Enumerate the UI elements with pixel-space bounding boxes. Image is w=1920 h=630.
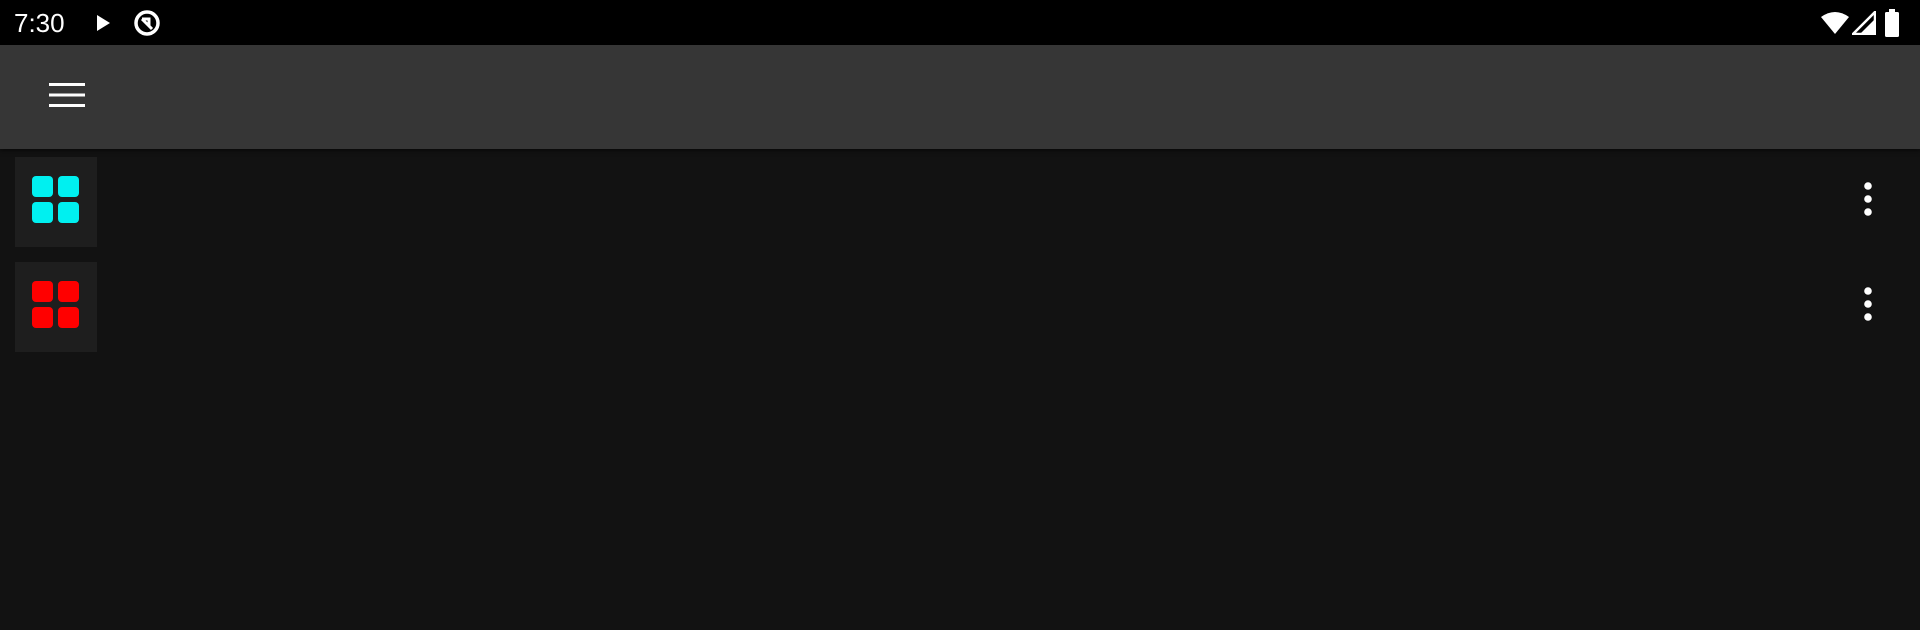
overflow-menu-button[interactable] (1848, 175, 1888, 227)
battery-icon (1884, 0, 1900, 45)
item-list (0, 149, 1920, 359)
play-icon (94, 0, 112, 45)
grid-tiles-icon (32, 175, 80, 229)
list-item[interactable] (0, 149, 1920, 254)
item-tile (15, 262, 97, 352)
hamburger-menu-icon (49, 81, 85, 114)
more-vertical-icon (1863, 181, 1873, 221)
data-saver-icon (132, 0, 162, 45)
more-vertical-icon (1863, 286, 1873, 326)
grid-tiles-icon (32, 280, 80, 334)
signal-icon (1852, 0, 1876, 45)
list-item[interactable] (0, 254, 1920, 359)
status-bar: 7:30 (0, 0, 1920, 45)
status-time: 7:30 (14, 8, 65, 38)
overflow-menu-button[interactable] (1848, 280, 1888, 332)
item-tile (15, 157, 97, 247)
menu-button[interactable] (34, 67, 100, 127)
wifi-icon (1820, 0, 1850, 45)
app-bar (0, 45, 1920, 149)
